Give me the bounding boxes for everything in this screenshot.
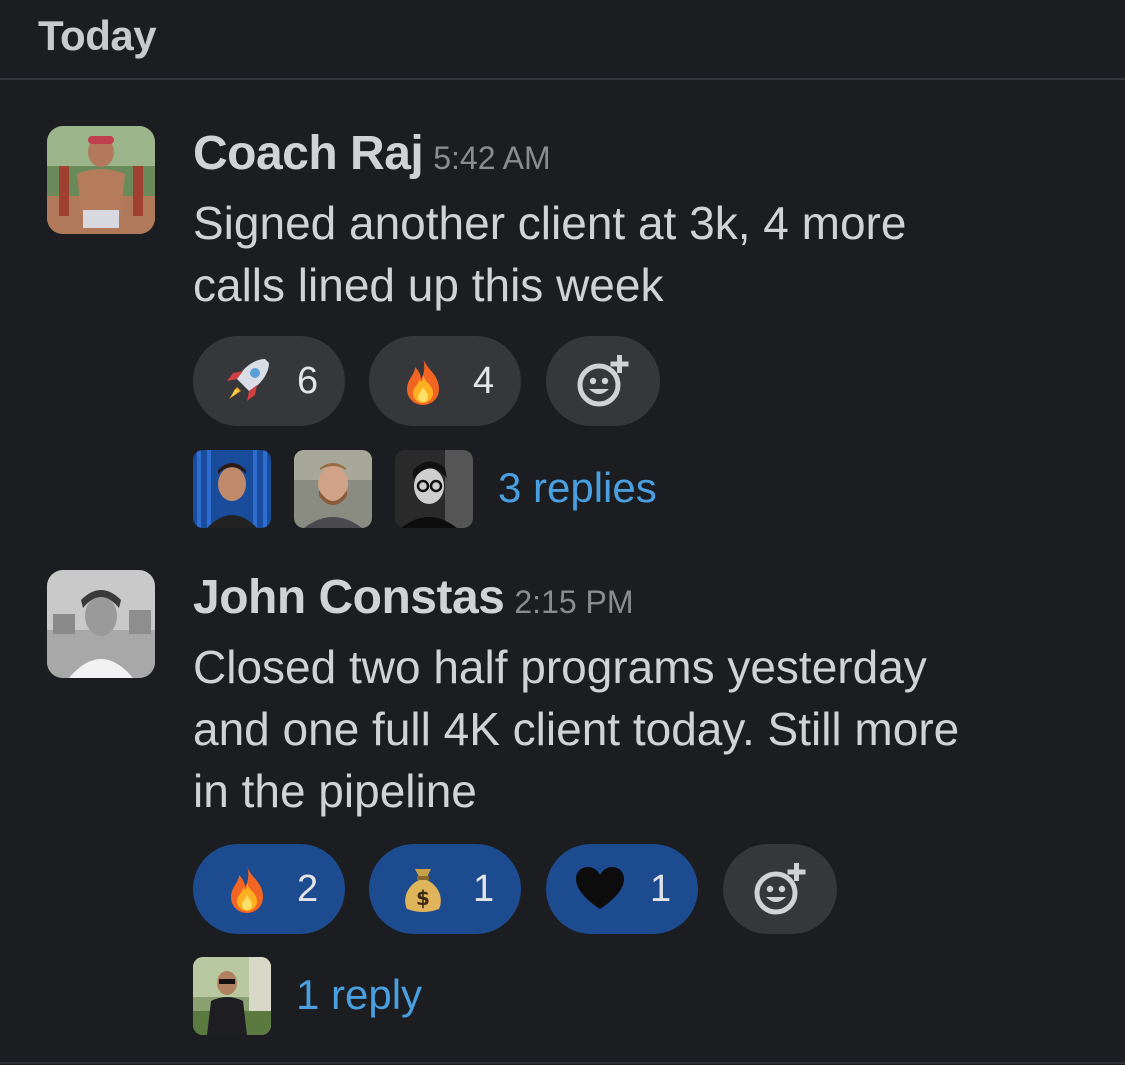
reaction-count: 6 <box>297 359 319 402</box>
reaction-count: 4 <box>473 359 495 402</box>
reaction-money-bag[interactable]: $ 1 <box>369 844 521 934</box>
replies-link[interactable]: 1 reply <box>296 971 422 1019</box>
fire-icon <box>407 357 439 405</box>
message-line: Closed two half programs yesterday <box>193 641 927 693</box>
reply-avatar <box>193 450 271 528</box>
svg-text:$: $ <box>416 886 430 910</box>
message-line: calls lined up this week <box>193 259 664 311</box>
author-name[interactable]: John Constas <box>193 571 505 624</box>
reaction-rocket[interactable]: 6 <box>193 336 345 426</box>
reaction-count: 2 <box>297 867 319 910</box>
message-body: Signed another client at 3k, 4 more call… <box>193 192 1073 316</box>
message-line: in the pipeline <box>193 765 477 817</box>
timestamp[interactable]: 2:15 PM <box>514 584 633 620</box>
avatar[interactable] <box>47 126 155 234</box>
message-line: and one full 4K client today. Still more <box>193 703 960 755</box>
reaction-fire[interactable]: 4 <box>369 336 521 426</box>
message-header: Coach Raj 5:42 AM <box>193 126 551 181</box>
author-name[interactable]: Coach Raj <box>193 127 424 180</box>
add-emoji-icon <box>577 355 629 407</box>
divider <box>0 1062 1125 1064</box>
day-divider: Today <box>0 0 1125 80</box>
reaction-fire[interactable]: 2 <box>193 844 345 934</box>
add-reaction-button[interactable] <box>723 844 837 934</box>
money-bag-icon: $ <box>405 869 441 912</box>
message-body: Closed two half programs yesterday and o… <box>193 636 1073 822</box>
avatar[interactable] <box>47 570 155 678</box>
timestamp[interactable]: 5:42 AM <box>433 140 550 176</box>
rocket-icon <box>227 359 269 401</box>
reaction-black-heart[interactable]: 1 <box>546 844 698 934</box>
message-header: John Constas 2:15 PM <box>193 570 634 625</box>
reply-avatar <box>193 957 271 1035</box>
reaction-count: 1 <box>650 867 672 910</box>
add-reaction-button[interactable] <box>546 336 660 426</box>
day-label: Today <box>38 12 157 59</box>
message-line: Signed another client at 3k, 4 more <box>193 197 907 249</box>
reaction-count: 1 <box>473 867 495 910</box>
replies-link[interactable]: 3 replies <box>498 464 657 512</box>
black-heart-icon <box>576 867 624 909</box>
fire-icon <box>231 865 263 913</box>
reply-avatar <box>395 450 473 528</box>
channel-view: Today Coach Raj 5:42 AM Signed another cl… <box>0 0 1125 1065</box>
add-emoji-icon <box>754 863 806 915</box>
reply-avatar <box>294 450 372 528</box>
